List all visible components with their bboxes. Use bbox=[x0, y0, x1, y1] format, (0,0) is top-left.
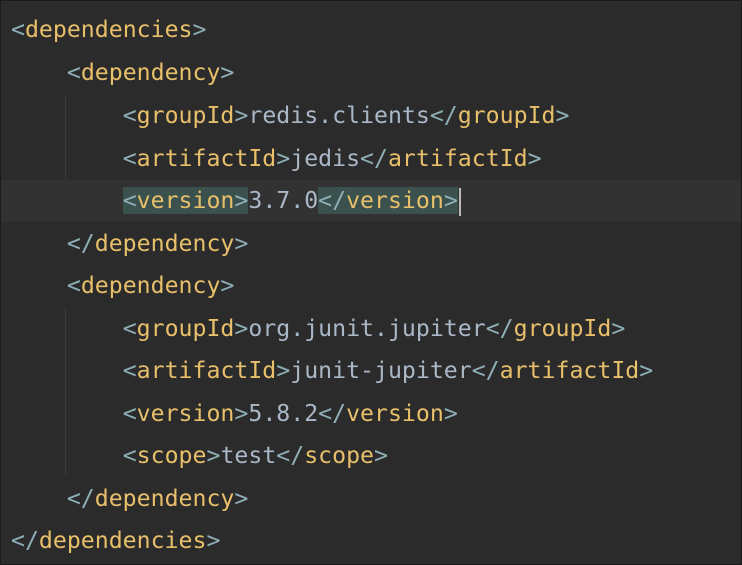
code-line[interactable]: </dependencies> bbox=[11, 520, 742, 562]
bracket: > bbox=[234, 230, 249, 257]
xml-tag-name: version bbox=[136, 187, 235, 214]
bracket: < bbox=[122, 187, 137, 214]
bracket: > bbox=[276, 145, 291, 172]
bracket: > bbox=[555, 102, 570, 129]
xml-tag-name: groupId bbox=[513, 315, 612, 342]
xml-text-value: redis.clients bbox=[248, 102, 430, 129]
bracket: > bbox=[192, 16, 207, 43]
bracket: > bbox=[220, 59, 235, 86]
bracket: </ bbox=[360, 145, 388, 172]
xml-tag-name: dependencies bbox=[38, 527, 207, 554]
tag-match-highlight: <version> bbox=[122, 187, 249, 214]
xml-tag-name: scope bbox=[136, 442, 207, 469]
bracket: </ bbox=[485, 315, 514, 342]
code-line[interactable]: <dependencies> bbox=[11, 9, 742, 51]
bracket: < bbox=[122, 102, 137, 129]
bracket: < bbox=[122, 145, 137, 172]
xml-tag-name: artifactId bbox=[136, 145, 277, 172]
bracket: </ bbox=[66, 230, 95, 257]
xml-tag-name: groupId bbox=[136, 102, 235, 129]
bracket: </ bbox=[318, 400, 347, 427]
xml-tag-name: scope bbox=[304, 442, 375, 469]
bracket: </ bbox=[11, 527, 39, 554]
bracket: </ bbox=[66, 485, 95, 512]
bracket: < bbox=[122, 357, 137, 384]
code-line-current[interactable]: <version>3.7.0</version> bbox=[1, 180, 741, 222]
bracket: > bbox=[234, 485, 249, 512]
xml-tag-name: version bbox=[136, 400, 235, 427]
bracket: > bbox=[276, 357, 291, 384]
code-line[interactable]: <version>5.8.2</version> bbox=[11, 393, 742, 435]
bracket: </ bbox=[471, 357, 500, 384]
bracket: > bbox=[443, 187, 458, 214]
code-line[interactable]: </dependency> bbox=[11, 478, 742, 520]
xml-text-value: test bbox=[220, 442, 277, 469]
xml-tag-name: dependency bbox=[80, 59, 221, 86]
xml-tag-name: dependency bbox=[94, 485, 235, 512]
bracket: < bbox=[11, 16, 25, 43]
xml-text-value: org.junit.jupiter bbox=[248, 315, 486, 342]
bracket: > bbox=[527, 145, 542, 172]
bracket: </ bbox=[429, 102, 458, 129]
bracket: < bbox=[122, 442, 137, 469]
code-line[interactable]: </dependency> bbox=[11, 223, 742, 265]
xml-tag-name: dependency bbox=[94, 230, 235, 257]
bracket: < bbox=[122, 315, 137, 342]
bracket: > bbox=[234, 102, 249, 129]
xml-tag-name: version bbox=[346, 400, 444, 427]
bracket: < bbox=[66, 59, 81, 86]
code-editor[interactable]: <dependencies> <dependency> <groupId>red… bbox=[0, 0, 742, 565]
xml-text-value: jedis bbox=[290, 145, 361, 172]
bracket: </ bbox=[318, 187, 347, 214]
xml-tag-name: dependencies bbox=[24, 16, 193, 43]
bracket: > bbox=[234, 315, 249, 342]
bracket: > bbox=[443, 400, 458, 427]
code-line[interactable]: <groupId>org.junit.jupiter</groupId> bbox=[11, 308, 742, 350]
xml-text-value: 5.8.2 bbox=[248, 400, 319, 427]
bracket: > bbox=[234, 187, 249, 214]
xml-tag-name: groupId bbox=[457, 102, 556, 129]
tag-match-highlight: </version> bbox=[318, 187, 458, 214]
text-caret bbox=[458, 187, 461, 216]
bracket: > bbox=[611, 315, 626, 342]
bracket: < bbox=[122, 400, 137, 427]
bracket: > bbox=[206, 527, 221, 554]
bracket: </ bbox=[276, 442, 305, 469]
bracket: > bbox=[639, 357, 654, 384]
bracket: > bbox=[206, 442, 221, 469]
bracket: > bbox=[220, 272, 235, 299]
xml-tag-name: version bbox=[346, 187, 444, 214]
bracket: > bbox=[234, 400, 249, 427]
code-line[interactable]: <artifactId>jedis</artifactId> bbox=[11, 138, 742, 180]
code-line[interactable]: <groupId>redis.clients</groupId> bbox=[11, 95, 742, 137]
bracket: > bbox=[374, 442, 388, 469]
xml-tag-name: groupId bbox=[136, 315, 235, 342]
bracket: < bbox=[66, 272, 81, 299]
xml-tag-name: artifactId bbox=[136, 357, 277, 384]
xml-tag-name: artifactId bbox=[499, 357, 640, 384]
xml-tag-name: artifactId bbox=[387, 145, 528, 172]
code-line[interactable]: <dependency> bbox=[11, 52, 742, 94]
code-line[interactable]: <artifactId>junit-jupiter</artifactId> bbox=[11, 350, 742, 392]
xml-text-value: junit-jupiter bbox=[290, 357, 472, 384]
xml-text-value: 3.7.0 bbox=[248, 187, 319, 214]
code-line[interactable]: <scope>test</scope> bbox=[11, 435, 742, 477]
code-line[interactable]: <dependency> bbox=[11, 265, 742, 307]
xml-tag-name: dependency bbox=[80, 272, 221, 299]
